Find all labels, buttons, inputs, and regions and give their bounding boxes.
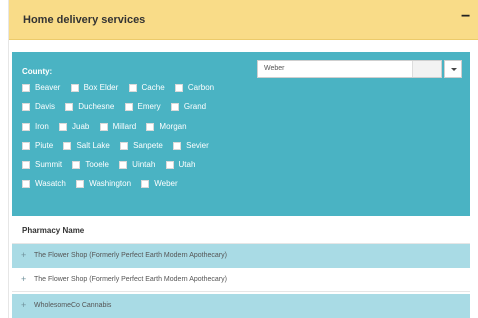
checkbox-box[interactable] xyxy=(119,160,128,169)
checkbox-box[interactable] xyxy=(174,83,183,92)
checkbox-box[interactable] xyxy=(72,160,81,169)
county-checkbox-davis[interactable]: Davis xyxy=(22,102,55,111)
county-checkbox-label: Sevier xyxy=(186,141,209,150)
checkbox-box[interactable] xyxy=(146,122,155,131)
checkbox-box[interactable] xyxy=(124,102,133,111)
county-row: Davis Duchesne Emery Grand xyxy=(22,102,214,114)
county-select-value: Weber xyxy=(264,65,285,72)
expand-icon[interactable]: + xyxy=(21,251,26,260)
checkbox-box[interactable] xyxy=(170,102,179,111)
county-checkbox-label: Duchesne xyxy=(78,102,115,111)
checkbox-box[interactable] xyxy=(22,122,30,131)
county-checkbox-beaver[interactable]: Beaver xyxy=(22,83,60,92)
county-checkbox-emery[interactable]: Emery xyxy=(124,102,161,111)
checkbox-box[interactable] xyxy=(165,160,174,169)
county-checkbox-label: Davis xyxy=(35,102,56,111)
county-checkbox-iron[interactable]: Iron xyxy=(22,122,49,131)
county-checkbox-sanpete[interactable]: Sanpete xyxy=(120,141,163,150)
pharmacy-name-column-header: Pharmacy Name xyxy=(22,226,85,235)
pharmacy-name: The Flower Shop (Formerly Perfect Earth … xyxy=(34,252,227,259)
table-row[interactable]: + WholesomeCo Cannabis xyxy=(12,294,470,318)
county-row: Beaver Box Elder Cache Carbon xyxy=(22,83,222,95)
checkbox-box[interactable] xyxy=(128,83,137,92)
checkbox-box[interactable] xyxy=(59,122,68,131)
table-header: Pharmacy Name xyxy=(12,216,470,244)
county-checkbox-utah[interactable]: Utah xyxy=(165,160,196,169)
county-row: Wasatch Washington Weber xyxy=(22,179,186,191)
county-select[interactable]: Weber xyxy=(257,60,442,78)
checkbox-box[interactable] xyxy=(120,141,129,150)
checkbox-box[interactable] xyxy=(141,179,150,188)
county-checkbox-washington[interactable]: Washington xyxy=(76,179,131,188)
county-checkbox-label: Iron xyxy=(35,122,49,131)
county-checkbox-sevier[interactable]: Sevier xyxy=(173,141,209,150)
county-checkbox-label: Beaver xyxy=(35,83,61,92)
county-row: Piute Salt Lake Sanpete Sevier xyxy=(22,141,217,153)
county-checkbox-cache[interactable]: Cache xyxy=(128,83,165,92)
county-checkbox-label: Salt Lake xyxy=(76,141,110,150)
county-checkbox-wasatch[interactable]: Wasatch xyxy=(22,179,66,188)
checkbox-box[interactable] xyxy=(65,102,74,111)
county-row: Iron Juab Millard Morgan xyxy=(22,122,195,134)
expand-icon[interactable]: + xyxy=(21,275,26,284)
checkbox-box[interactable] xyxy=(70,83,79,92)
checkbox-box[interactable] xyxy=(22,141,30,150)
county-checkbox-label: Utah xyxy=(178,160,196,169)
checkbox-box[interactable] xyxy=(22,160,30,169)
panel-title: Home delivery services xyxy=(23,14,146,26)
county-checkbox-label: Carbon xyxy=(187,83,215,92)
county-checkbox-label: Weber xyxy=(154,179,178,188)
county-checkbox-salt-lake[interactable]: Salt Lake xyxy=(63,141,110,150)
county-checkbox-juab[interactable]: Juab xyxy=(59,122,89,131)
checkbox-box[interactable] xyxy=(173,141,182,150)
county-checkbox-label: Piute xyxy=(35,141,54,150)
expand-icon[interactable]: + xyxy=(21,301,26,310)
pharmacy-name: The Flower Shop (Formerly Perfect Earth … xyxy=(34,276,227,283)
county-checkbox-label: Box Elder xyxy=(83,83,119,92)
county-checkbox-piute[interactable]: Piute xyxy=(22,141,53,150)
checkbox-box[interactable] xyxy=(22,83,30,92)
county-checkbox-weber[interactable]: Weber xyxy=(141,179,178,188)
county-checkbox-uintah[interactable]: Uintah xyxy=(119,160,155,169)
county-checkbox-label: Cache xyxy=(141,83,165,92)
county-checkbox-duchesne[interactable]: Duchesne xyxy=(65,102,114,111)
panel-header[interactable]: Home delivery services − xyxy=(9,0,478,40)
collapse-icon[interactable]: − xyxy=(461,9,473,26)
checkbox-box[interactable] xyxy=(99,122,108,131)
county-checkbox-label: Sanpete xyxy=(133,141,163,150)
county-checkbox-box-elder[interactable]: Box Elder xyxy=(70,83,119,92)
county-checkbox-label: Emery xyxy=(137,102,161,111)
table-row[interactable]: + The Flower Shop (Formerly Perfect Eart… xyxy=(12,268,470,292)
checkbox-box[interactable] xyxy=(22,102,30,111)
county-checkbox-label: Washington xyxy=(89,179,132,188)
county-label: County: xyxy=(22,67,53,76)
select-clear-button[interactable] xyxy=(412,61,441,77)
county-checkbox-label: Summit xyxy=(35,160,63,169)
county-checkbox-tooele[interactable]: Tooele xyxy=(72,160,109,169)
pharmacy-name: WholesomeCo Cannabis xyxy=(34,302,112,309)
county-checkbox-label: Morgan xyxy=(159,122,187,131)
checkbox-box[interactable] xyxy=(22,179,30,188)
county-checkbox-label: Grand xyxy=(183,102,207,111)
county-filter-area: County: Weber Beaver Box Elder Cache Car… xyxy=(12,52,470,216)
county-checkbox-label: Tooele xyxy=(85,160,109,169)
table-row[interactable]: + The Flower Shop (Formerly Perfect Eart… xyxy=(12,244,470,268)
county-checkbox-label: Uintah xyxy=(132,160,156,169)
caret-down-icon xyxy=(451,68,457,71)
county-checkbox-grand[interactable]: Grand xyxy=(170,102,207,111)
county-checkbox-label: Wasatch xyxy=(35,179,66,188)
checkbox-box[interactable] xyxy=(76,179,85,188)
county-checkbox-label: Millard xyxy=(112,122,137,131)
county-checkbox-summit[interactable]: Summit xyxy=(22,160,62,169)
checkbox-box[interactable] xyxy=(63,141,72,150)
county-dropdown-button[interactable] xyxy=(444,60,462,78)
county-checkbox-morgan[interactable]: Morgan xyxy=(146,122,187,131)
county-checkbox-carbon[interactable]: Carbon xyxy=(174,83,215,92)
county-checkbox-millard[interactable]: Millard xyxy=(99,122,137,131)
county-checkbox-label: Juab xyxy=(72,122,90,131)
county-row: Summit Tooele Uintah Utah xyxy=(22,160,203,172)
